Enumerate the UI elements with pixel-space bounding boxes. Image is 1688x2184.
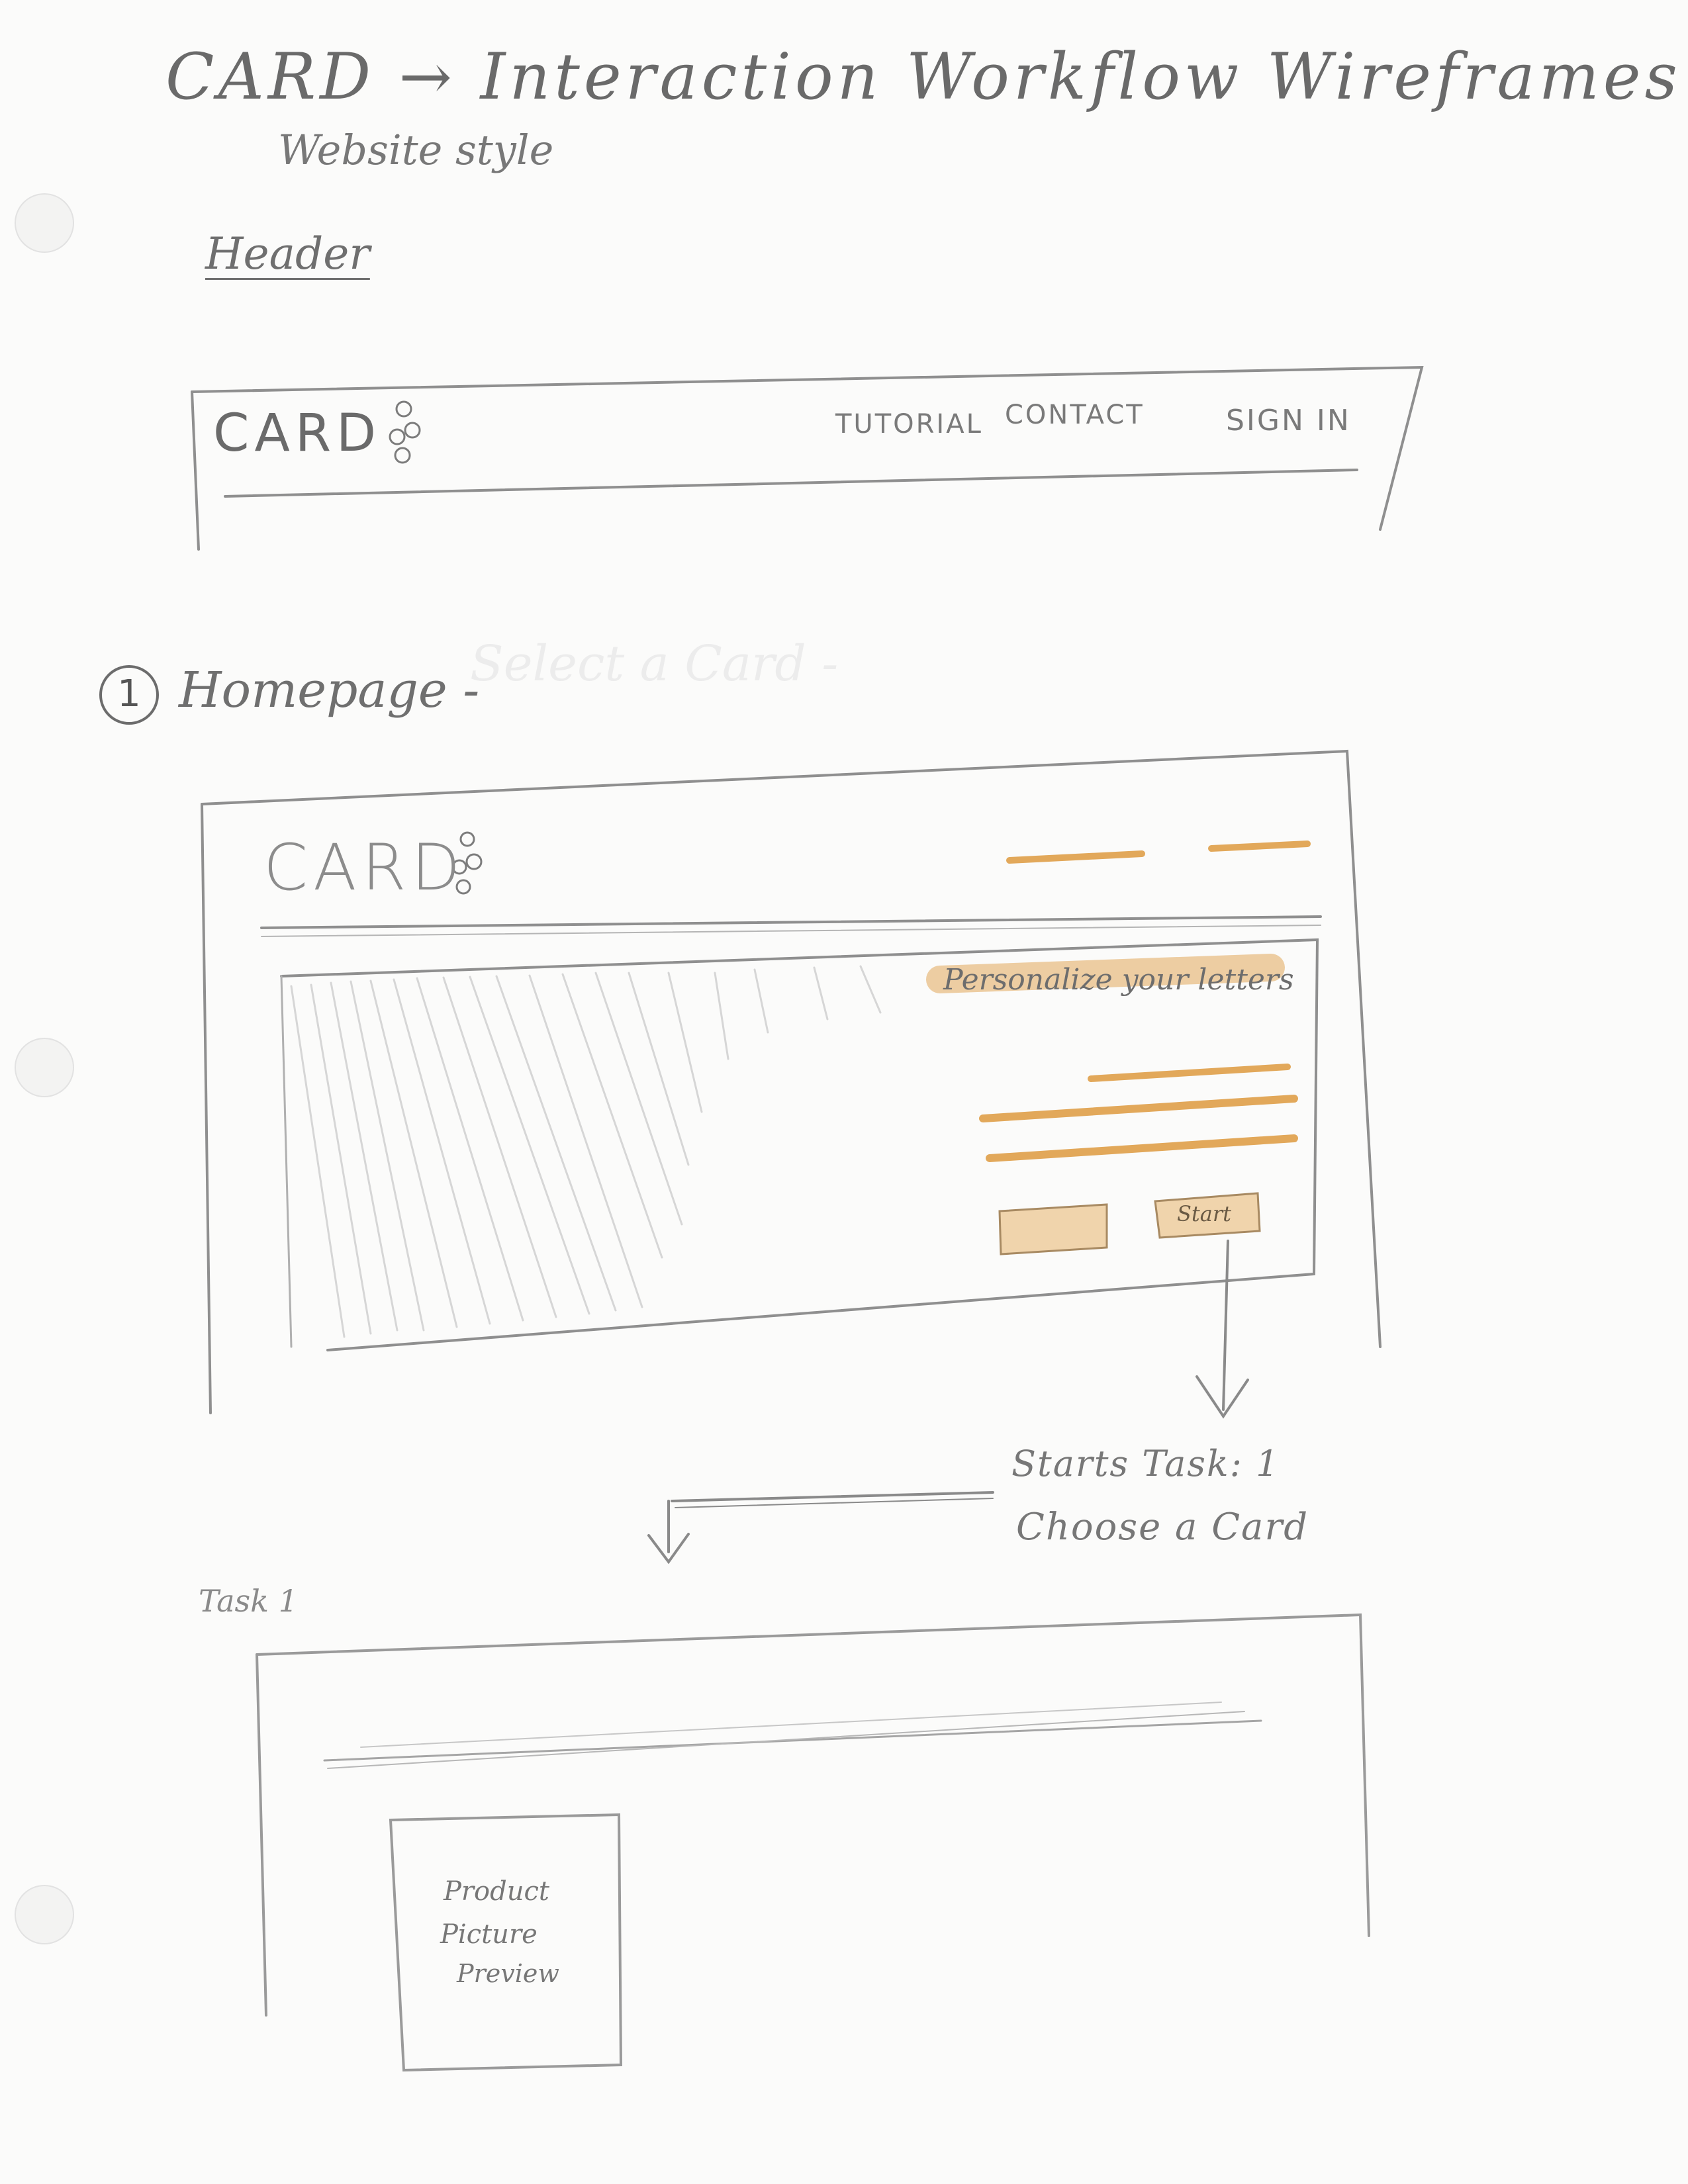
nav-sign-in[interactable]: SIGN IN: [1226, 404, 1351, 437]
start-button[interactable]: Start: [1177, 1201, 1231, 1226]
hero-text: Personalize your letters: [943, 963, 1294, 997]
flow-note-line1: Starts Task: 1: [1011, 1443, 1280, 1484]
task-section-label: Task 1: [199, 1583, 298, 1619]
flow-note-line2: Choose a Card: [1016, 1506, 1309, 1549]
wireframe-sheet: { "page": { "title": "CARD → Interaction…: [0, 0, 1688, 2184]
homepage-wire-logo: CARD: [263, 831, 466, 905]
product-box-line1: Product: [444, 1876, 549, 1907]
nav-tutorial[interactable]: TUTORIAL: [835, 409, 983, 439]
product-box-line3: Preview: [457, 1959, 559, 1988]
homepage-section-label: Homepage -: [179, 662, 480, 719]
nav-contact[interactable]: CONTACT: [1005, 400, 1145, 430]
logo-circles-icon: [389, 400, 483, 895]
product-box-line2: Picture: [440, 1919, 538, 1950]
homepage-faded-text: Select a Card -: [470, 635, 839, 692]
step-number-badge: 1: [99, 665, 159, 725]
